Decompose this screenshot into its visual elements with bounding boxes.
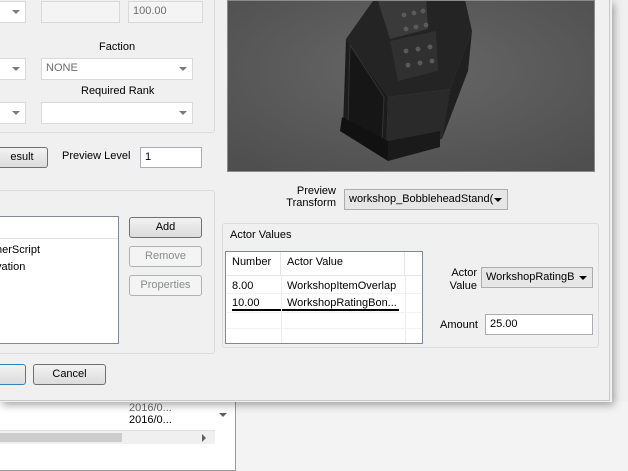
background-window: 2016/0... 2016/0... bbox=[0, 402, 628, 471]
model-preview-viewport[interactable] bbox=[227, 0, 595, 172]
row-divider bbox=[226, 328, 422, 329]
actor-value-label-line2: Value bbox=[449, 280, 477, 292]
preview-transform-label: Preview Transform bbox=[286, 185, 336, 209]
top-left-field[interactable] bbox=[41, 1, 120, 23]
actor-value-select[interactable]: WorkshopRatingB bbox=[481, 267, 593, 288]
chevron-down-icon bbox=[12, 111, 20, 115]
actor-values-label: Actor Values bbox=[230, 229, 292, 241]
column-header-actor-value[interactable]: Actor Value bbox=[281, 252, 405, 276]
cancel-button[interactable]: Cancel bbox=[33, 364, 106, 385]
ok-button[interactable] bbox=[0, 364, 26, 385]
value-field[interactable]: 100.00 bbox=[128, 1, 203, 23]
scripts-list-header bbox=[0, 217, 118, 239]
preview-transform-value: workshop_BobbleheadStand( bbox=[349, 193, 494, 205]
actor-values-table[interactable]: Number Actor Value 8.00 WorkshopItemOver… bbox=[225, 251, 423, 344]
horizontal-scrollbar[interactable] bbox=[0, 430, 215, 444]
background-cell: 2016/0... bbox=[129, 402, 172, 414]
preview-label-line1: Preview bbox=[296, 185, 336, 197]
list-item[interactable]: nerScript bbox=[0, 244, 40, 256]
faction-label: Faction bbox=[99, 41, 136, 53]
row-selection-underline bbox=[232, 309, 399, 311]
scrollbar-thumb[interactable] bbox=[0, 433, 122, 442]
faction-select[interactable]: NONE bbox=[41, 58, 193, 80]
table-cell-actor-value[interactable]: WorkshopRatingBon... bbox=[281, 297, 405, 309]
required-rank-label: Required Rank bbox=[81, 85, 155, 97]
amount-label: Amount bbox=[440, 319, 478, 331]
amount-input[interactable]: 25.00 bbox=[485, 314, 593, 335]
properties-button[interactable]: Properties bbox=[129, 275, 202, 296]
chevron-down-icon bbox=[12, 10, 20, 14]
chevron-down-icon bbox=[579, 275, 587, 280]
row-divider bbox=[226, 293, 422, 294]
row-divider bbox=[226, 312, 422, 313]
preview-level-label: Preview Level bbox=[62, 150, 131, 162]
actor-value-select-value: WorkshopRatingB bbox=[486, 271, 575, 283]
preview-label-line2: Transform bbox=[286, 197, 336, 209]
remove-button[interactable]: Remove bbox=[129, 246, 202, 267]
column-header-filler bbox=[405, 252, 422, 276]
faction-value: NONE bbox=[46, 62, 78, 74]
column-header-number[interactable]: Number bbox=[226, 252, 281, 276]
preview-transform-select[interactable]: workshop_BobbleheadStand( bbox=[344, 189, 508, 210]
chevron-down-icon bbox=[179, 111, 187, 115]
scroll-right-icon[interactable] bbox=[202, 434, 206, 442]
actor-value-label-line1: Actor bbox=[451, 267, 477, 279]
scripts-list[interactable]: nerScript vation bbox=[0, 216, 119, 344]
chevron-down-icon bbox=[219, 410, 229, 420]
chevron-down-icon bbox=[494, 197, 502, 202]
left-combo[interactable] bbox=[0, 58, 26, 80]
add-button[interactable]: Add bbox=[129, 217, 202, 238]
top-combo[interactable] bbox=[0, 1, 26, 23]
table-cell-number[interactable]: 10.00 bbox=[226, 297, 281, 309]
bobblehead-stand-model bbox=[228, 1, 594, 171]
column-divider bbox=[281, 276, 282, 343]
table-cell-actor-value[interactable]: WorkshopItemOverlap bbox=[281, 280, 405, 292]
required-rank-select[interactable] bbox=[41, 102, 193, 124]
preview-level-input[interactable]: 1 bbox=[140, 147, 202, 168]
result-button[interactable]: esult bbox=[0, 147, 48, 168]
list-item[interactable]: vation bbox=[0, 261, 25, 273]
table-cell-number[interactable]: 8.00 bbox=[226, 280, 281, 292]
actor-value-label: Actor Value bbox=[440, 267, 477, 293]
column-divider bbox=[405, 276, 406, 343]
background-list-panel: 2016/0... 2016/0... bbox=[0, 402, 236, 471]
chevron-down-icon bbox=[12, 67, 20, 71]
chevron-down-icon bbox=[179, 67, 187, 71]
background-cell: 2016/0... bbox=[129, 414, 172, 426]
left-combo-2[interactable] bbox=[0, 102, 26, 124]
